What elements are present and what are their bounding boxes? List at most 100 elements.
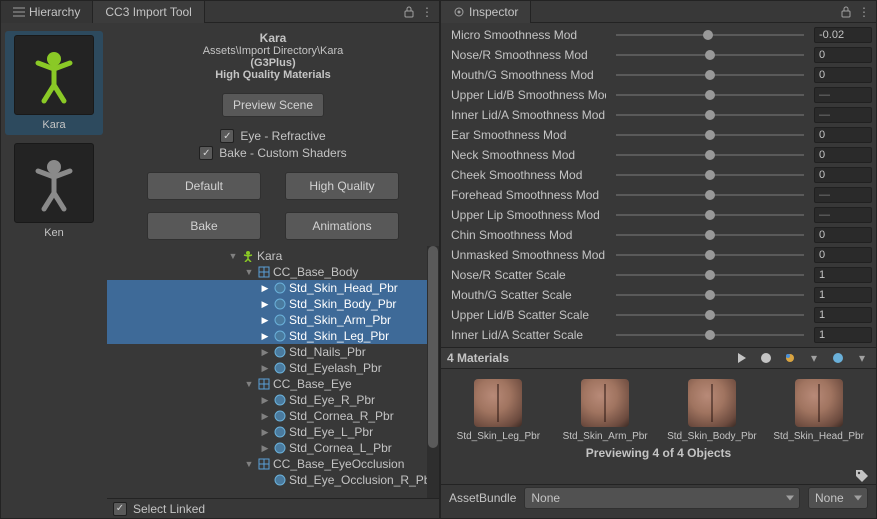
tree-row[interactable]: ▼ CC_Base_Body <box>107 264 439 280</box>
light-icon[interactable] <box>782 350 798 366</box>
high-quality-button[interactable]: High Quality <box>285 172 399 200</box>
property-value[interactable]: 0 <box>814 227 872 243</box>
property-slider[interactable] <box>616 94 804 96</box>
tree-row[interactable]: ▶ Std_Cornea_L_Pbr <box>107 440 439 456</box>
property-label: Chin Smoothness Mod <box>451 228 606 242</box>
material-card[interactable]: Std_Skin_Arm_Pbr <box>556 379 655 442</box>
property-value[interactable]: — <box>814 187 872 203</box>
select-linked-check[interactable]: ✓ <box>113 502 127 516</box>
property-slider[interactable] <box>616 174 804 176</box>
tree-toggle-icon[interactable]: ▶ <box>259 299 271 310</box>
tree-toggle-icon[interactable]: ▼ <box>243 379 255 389</box>
tree-toggle-icon[interactable]: ▼ <box>243 267 255 277</box>
tree-row[interactable]: ▶ Std_Eye_R_Pbr <box>107 392 439 408</box>
character-name: Kara <box>147 31 399 45</box>
mat-icon <box>273 329 287 343</box>
property-slider[interactable] <box>616 214 804 216</box>
default-button[interactable]: Default <box>147 172 261 200</box>
tree-row[interactable]: ▶ Std_Eyelash_Pbr <box>107 360 439 376</box>
tab-inspector[interactable]: Inspector <box>441 1 531 23</box>
property-slider[interactable] <box>616 154 804 156</box>
property-slider[interactable] <box>616 114 804 116</box>
hierarchy-tree[interactable]: ▼ Kara▼ CC_Base_Body▶ Std_Skin_Head_Pbr▶… <box>107 246 439 498</box>
property-value[interactable]: 0 <box>814 167 872 183</box>
property-slider[interactable] <box>616 234 804 236</box>
property-value[interactable]: — <box>814 207 872 223</box>
tree-row[interactable]: ▶ Std_Skin_Head_Pbr <box>107 280 439 296</box>
property-value[interactable]: 1 <box>814 287 872 303</box>
tree-toggle-icon[interactable]: ▼ <box>243 459 255 469</box>
assetbundle-dropdown[interactable]: None <box>524 487 800 509</box>
property-slider[interactable] <box>616 334 804 336</box>
mid-column: Kara Assets\Import Directory\Kara (G3Plu… <box>107 23 439 518</box>
tree-toggle-icon[interactable]: ▶ <box>259 395 271 406</box>
tree-row[interactable]: ▶ Std_Eye_L_Pbr <box>107 424 439 440</box>
tree-toggle-icon[interactable]: ▶ <box>259 315 271 326</box>
property-slider[interactable] <box>616 194 804 196</box>
property-label: Upper Lid/B Scatter Scale <box>451 308 606 322</box>
property-slider[interactable] <box>616 54 804 56</box>
env-icon[interactable] <box>830 350 846 366</box>
tree-toggle-icon[interactable]: ▶ <box>259 347 271 358</box>
chevron-down-icon[interactable]: ▾ <box>806 350 822 366</box>
tree-toggle-icon[interactable]: ▶ <box>259 363 271 374</box>
material-card[interactable]: Std_Skin_Head_Pbr <box>769 379 868 442</box>
property-slider[interactable] <box>616 34 804 36</box>
tree-row[interactable]: ▶ Std_Cornea_R_Pbr <box>107 408 439 424</box>
lock-icon[interactable] <box>838 4 854 20</box>
tree-toggle-icon[interactable]: ▼ <box>227 251 239 261</box>
tree-row[interactable]: Std_Eye_Occlusion_R_Pbr <box>107 472 439 488</box>
property-slider[interactable] <box>616 274 804 276</box>
tree-row[interactable]: ▼ CC_Base_EyeOcclusion <box>107 456 439 472</box>
property-value[interactable]: 0 <box>814 127 872 143</box>
sphere-icon[interactable] <box>758 350 774 366</box>
property-value[interactable]: — <box>814 87 872 103</box>
property-slider[interactable] <box>616 314 804 316</box>
material-card[interactable]: Std_Skin_Leg_Pbr <box>449 379 548 442</box>
tree-row[interactable]: ▼ CC_Base_Eye <box>107 376 439 392</box>
tab-cc3[interactable]: CC3 Import Tool <box>93 1 204 23</box>
tree-row[interactable]: ▶ Std_Skin_Leg_Pbr <box>107 328 439 344</box>
tree-row[interactable]: ▶ Std_Skin_Body_Pbr <box>107 296 439 312</box>
menu-icon[interactable]: ⋮ <box>419 4 435 20</box>
tag-icon[interactable] <box>854 468 870 484</box>
chevron-down-icon[interactable]: ▾ <box>854 350 870 366</box>
play-icon[interactable] <box>734 350 750 366</box>
animations-button[interactable]: Animations <box>285 212 399 240</box>
check-bake-shaders[interactable]: ✓Bake - Custom Shaders <box>199 146 346 160</box>
assetbundle-variant-dropdown[interactable]: None <box>808 487 868 509</box>
property-value[interactable]: 0 <box>814 47 872 63</box>
material-card[interactable]: Std_Skin_Body_Pbr <box>663 379 762 442</box>
tree-toggle-icon[interactable]: ▶ <box>259 411 271 422</box>
property-list: Micro Smoothness Mod -0.02Nose/R Smoothn… <box>441 23 876 347</box>
preview-scene-button[interactable]: Preview Scene <box>222 93 324 117</box>
property-value[interactable]: 0 <box>814 247 872 263</box>
lock-icon[interactable] <box>401 4 417 20</box>
menu-icon[interactable]: ⋮ <box>856 4 872 20</box>
property-slider[interactable] <box>616 74 804 76</box>
avatar-card[interactable]: Kara <box>5 31 103 135</box>
property-value[interactable]: 0 <box>814 147 872 163</box>
tree-row[interactable]: ▼ Kara <box>107 248 439 264</box>
property-slider[interactable] <box>616 294 804 296</box>
check-eye-refractive[interactable]: ✓Eye - Refractive <box>220 129 325 143</box>
tab-hierarchy[interactable]: Hierarchy <box>1 1 93 23</box>
property-value[interactable]: 0 <box>814 67 872 83</box>
tree-toggle-icon[interactable]: ▶ <box>259 331 271 342</box>
tree-row[interactable]: ▶ Std_Skin_Arm_Pbr <box>107 312 439 328</box>
property-value[interactable]: 1 <box>814 307 872 323</box>
avatar-card[interactable]: Ken <box>5 139 103 243</box>
property-value[interactable]: — <box>814 107 872 123</box>
tree-scrollbar[interactable] <box>427 246 439 498</box>
property-value[interactable]: -0.02 <box>814 27 872 43</box>
tree-toggle-icon[interactable]: ▶ <box>259 427 271 438</box>
property-value[interactable]: 1 <box>814 327 872 343</box>
property-label: Upper Lid/B Smoothness Mod <box>451 88 606 102</box>
tree-row[interactable]: ▶ Std_Nails_Pbr <box>107 344 439 360</box>
property-slider[interactable] <box>616 254 804 256</box>
bake-button[interactable]: Bake <box>147 212 261 240</box>
tree-toggle-icon[interactable]: ▶ <box>259 283 271 294</box>
property-value[interactable]: 1 <box>814 267 872 283</box>
tree-toggle-icon[interactable]: ▶ <box>259 443 271 454</box>
property-slider[interactable] <box>616 134 804 136</box>
